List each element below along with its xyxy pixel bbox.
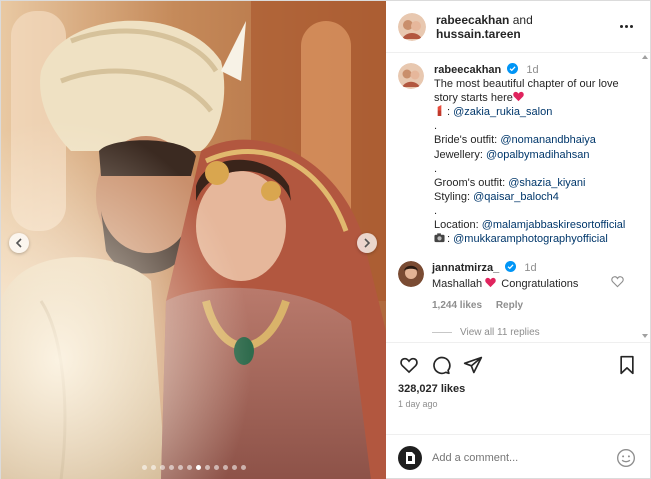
caption-avatar[interactable] (398, 63, 424, 89)
coauthor-username[interactable]: hussain.tareen (436, 27, 521, 41)
add-comment-input[interactable] (432, 451, 616, 464)
carousel-dot (195, 465, 201, 470)
add-comment-bar (386, 434, 650, 479)
post-caption: rabeecakhan 1d The most beautiful chapte… (398, 63, 634, 246)
comment-text-continued: Congratulations (501, 278, 579, 291)
caption-username[interactable]: rabeecakhan (434, 64, 501, 76)
heart-icon (400, 357, 418, 374)
user-logo-icon (406, 451, 415, 464)
caption-separator: . (434, 204, 438, 217)
like-button[interactable] (398, 354, 420, 376)
commenter-avatar[interactable] (398, 261, 424, 288)
post-details-panel: rabeecakhan and hussain.tareen rabeecakh… (386, 1, 650, 479)
previous-slide-button[interactable] (9, 233, 29, 253)
photographer-link[interactable]: @mukkaramphotographyofficial (453, 233, 608, 245)
comments-section[interactable]: rabeecakhan 1d The most beautiful chapte… (386, 53, 650, 342)
camera-emoji-icon (434, 233, 445, 243)
post-timestamp[interactable]: 1 day ago (398, 399, 638, 409)
brides-outfit-link[interactable]: @nomanandbhaiya (500, 134, 596, 146)
carousel-indicator (1, 465, 386, 470)
styling-label: Styling: (434, 190, 471, 203)
replies-divider (432, 332, 452, 334)
verified-badge-icon (505, 261, 517, 273)
post-header: rabeecakhan and hussain.tareen (386, 1, 650, 53)
comment-likes[interactable]: 1,244 likes (432, 300, 482, 311)
author-username[interactable]: rabeecakhan (436, 13, 509, 27)
carousel-dot (240, 465, 246, 470)
caption-text: rabeecakhan 1d The most beautiful chapte… (434, 63, 634, 246)
carousel-dot (222, 465, 228, 470)
instagram-post: rabeecakhan and hussain.tareen rabeecakh… (0, 0, 651, 479)
grooms-outfit-label: Groom's outfit: (434, 176, 506, 189)
styling-link[interactable]: @qaisar_baloch4 (473, 191, 559, 203)
commenter-username[interactable]: jannatmirza_ (432, 262, 499, 274)
location-label: Location: (434, 219, 479, 232)
location-link[interactable]: @malamjabbaskiresortofficial (482, 219, 626, 231)
scroll-down-arrow-icon[interactable] (642, 334, 648, 338)
brides-outfit-label: Bride's outfit: (434, 134, 498, 147)
bookmark-icon (620, 355, 634, 375)
red-heart-emoji-icon (513, 92, 524, 102)
view-replies-label: View all 11 replies (460, 327, 540, 339)
comments-scrollbar[interactable] (642, 53, 648, 342)
next-slide-button[interactable] (357, 233, 377, 253)
more-options-button[interactable] (616, 25, 636, 28)
carousel-dot (204, 465, 210, 470)
comment-bubble-icon (433, 356, 451, 375)
share-button[interactable] (462, 354, 484, 376)
post-media[interactable] (1, 1, 386, 479)
comment-item: jannatmirza_ 1d Mashallah Congratulation… (398, 261, 634, 313)
emoji-picker-icon[interactable] (616, 448, 636, 468)
scroll-up-arrow-icon[interactable] (642, 55, 648, 59)
header-avatar[interactable] (398, 12, 426, 41)
caption-separator: . (434, 162, 438, 175)
view-replies-button[interactable]: View all 11 replies (432, 327, 634, 338)
verified-badge-icon (507, 63, 519, 74)
jewellery-link[interactable]: @opalbymadihahsan (486, 149, 590, 161)
carousel-dot (141, 465, 147, 470)
paper-plane-icon (463, 356, 483, 374)
post-actions: 328,027 likes 1 day ago (386, 342, 650, 434)
more-dot-icon (624, 25, 628, 28)
carousel-dot (213, 465, 219, 470)
current-user-avatar (398, 445, 422, 470)
comment-button[interactable] (430, 354, 452, 376)
caption-time[interactable]: 1d (526, 64, 538, 76)
carousel-dot (186, 465, 192, 470)
lipstick-emoji-icon (437, 105, 442, 117)
carousel-dot (150, 465, 156, 470)
carousel-dot (177, 465, 183, 470)
grooms-outfit-link[interactable]: @shazia_kiyani (508, 177, 585, 189)
carousel-dot (231, 465, 237, 470)
red-heart-emoji-icon (485, 278, 496, 288)
carousel-dot (159, 465, 165, 470)
jewellery-label: Jewellery: (434, 148, 483, 161)
caption-separator: . (434, 120, 438, 133)
action-icons (398, 351, 638, 379)
reply-button[interactable]: Reply (496, 300, 523, 311)
chevron-right-icon (364, 238, 371, 248)
comment-text: Mashallah (432, 278, 483, 291)
post-likes-count[interactable]: 328,027 likes (398, 383, 638, 395)
save-button[interactable] (616, 354, 638, 376)
chevron-left-icon (15, 238, 22, 248)
wedding-photo (1, 1, 386, 479)
post-authors: rabeecakhan and hussain.tareen (436, 13, 616, 41)
comment-meta: 1,244 likes Reply (432, 299, 578, 313)
caption-line: The most beautiful chapter of our love s… (434, 78, 619, 105)
salon-link[interactable]: @zakia_rukia_salon (453, 106, 552, 118)
authors-conjunction: and (512, 12, 533, 27)
carousel-dot (168, 465, 174, 470)
comment-body: jannatmirza_ 1d Mashallah Congratulation… (432, 261, 578, 313)
more-dot-icon (619, 25, 623, 28)
like-comment-heart-icon[interactable] (611, 275, 624, 288)
comment-time[interactable]: 1d (524, 262, 536, 274)
more-dot-icon (629, 25, 633, 28)
